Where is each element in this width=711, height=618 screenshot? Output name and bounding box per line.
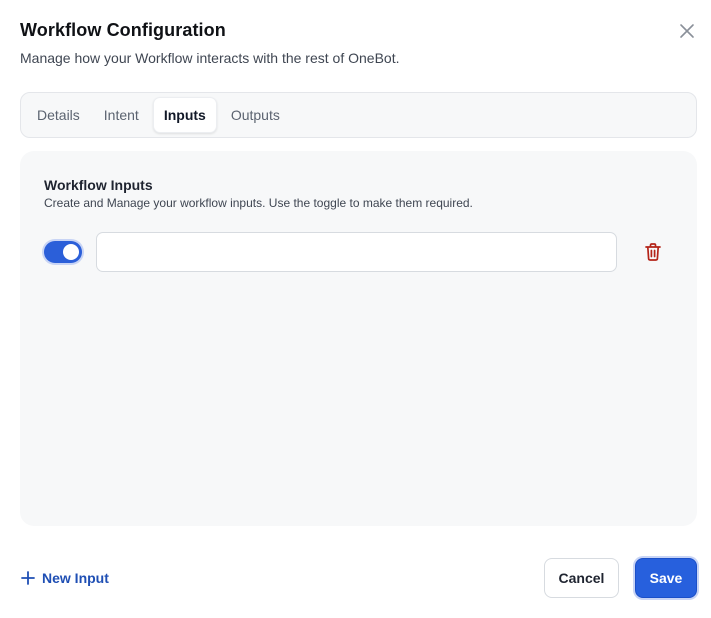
dialog-subtitle: Manage how your Workflow interacts with …: [20, 50, 400, 66]
tab-intent[interactable]: Intent: [94, 97, 149, 133]
tab-bar: Details Intent Inputs Outputs: [20, 92, 697, 138]
new-input-button[interactable]: New Input: [20, 566, 109, 590]
new-input-label: New Input: [42, 570, 109, 586]
tab-outputs[interactable]: Outputs: [221, 97, 290, 133]
close-button[interactable]: [676, 20, 698, 42]
tab-inputs[interactable]: Inputs: [152, 97, 217, 133]
toggle-knob: [63, 244, 79, 260]
delete-input-button[interactable]: [642, 241, 664, 263]
plus-icon: [21, 571, 35, 585]
workflow-configuration-dialog: Workflow Configuration Manage how your W…: [0, 0, 711, 618]
dialog-title: Workflow Configuration: [20, 20, 226, 40]
required-toggle[interactable]: [44, 241, 82, 263]
close-icon: [680, 24, 694, 38]
trash-icon: [645, 243, 661, 261]
tab-details[interactable]: Details: [27, 97, 90, 133]
cancel-button[interactable]: Cancel: [544, 558, 619, 598]
workflow-inputs-panel: Workflow Inputs Create and Manage your w…: [20, 151, 697, 526]
panel-title: Workflow Inputs: [44, 177, 153, 193]
save-button[interactable]: Save: [635, 558, 697, 598]
input-name-field[interactable]: [96, 232, 617, 272]
panel-description: Create and Manage your workflow inputs. …: [44, 196, 473, 210]
